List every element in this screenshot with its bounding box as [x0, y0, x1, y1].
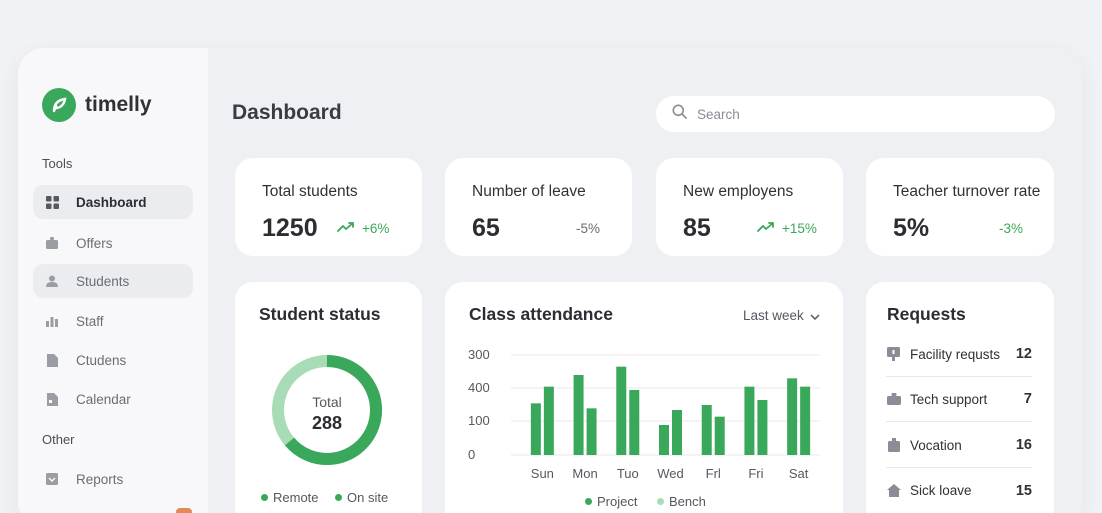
- bar-bench-sun: [543, 386, 554, 455]
- search-icon: [672, 104, 687, 124]
- sidebar-item-students[interactable]: Students: [33, 264, 193, 298]
- page-title: Dashboard: [232, 101, 342, 124]
- y-tick-label: 0: [468, 447, 475, 462]
- legend-on-site: On site: [335, 490, 388, 505]
- logo[interactable]: timelly: [42, 88, 152, 122]
- legend-remote: Remote: [261, 490, 319, 505]
- stat-change: +15%: [757, 221, 817, 236]
- notification-badge: [176, 508, 192, 513]
- search-placeholder: Search: [697, 106, 740, 122]
- bar-project-wed: [659, 425, 669, 455]
- y-tick-label: 100: [468, 413, 490, 428]
- x-tick-label: Mon: [572, 466, 597, 481]
- bar-project-sat: [787, 378, 798, 455]
- stat-value: 5%: [893, 214, 930, 242]
- x-tick-label: Tuo: [617, 466, 639, 481]
- bar-bench-frl: [714, 416, 725, 455]
- bell-icon: [886, 347, 901, 362]
- sidebar-item-offers[interactable]: Offers: [33, 226, 193, 260]
- trend-up-icon: [337, 221, 356, 236]
- stat-change: +6%: [337, 221, 389, 236]
- app-name: timelly: [85, 93, 152, 116]
- x-tick-label: Sat: [789, 466, 809, 481]
- grid-icon: [45, 195, 59, 209]
- donut-chart: Total 288: [272, 355, 382, 465]
- y-tick-label: 400: [468, 380, 490, 395]
- sidebar-item-label: Offers: [76, 235, 113, 251]
- stat-card-number-of-leave[interactable]: Number of leave 65 -5%: [445, 158, 632, 256]
- bar-bench-wed: [672, 410, 682, 455]
- stat-card-new-employees[interactable]: New employens 85 +15%: [656, 158, 843, 256]
- request-item-facility[interactable]: Facility requsts 12: [886, 332, 1032, 377]
- search-input[interactable]: Search: [656, 96, 1055, 132]
- card-title: Student status: [259, 304, 381, 324]
- briefcase-icon: [45, 236, 59, 250]
- x-tick-label: Sun: [531, 466, 554, 481]
- bar-project-tuo: [616, 366, 627, 455]
- student-status-card: Student status Total 288 Remote On site: [235, 282, 422, 513]
- suitcase-icon: [886, 438, 901, 453]
- bar-project-fri: [744, 386, 755, 455]
- sidebar-item-reports[interactable]: Reports: [33, 462, 193, 496]
- bar-project-sun: [530, 403, 541, 455]
- stat-value: 1250: [262, 214, 318, 242]
- y-tick-label: 300: [468, 347, 490, 362]
- stat-value: 65: [472, 214, 500, 242]
- bar-bench-sat: [800, 386, 811, 455]
- app-window: timelly Tools Dashboard Offers Students: [18, 48, 1082, 513]
- class-attendance-card: Class attendance Last week 300 400 100 0 Sun…: [445, 282, 843, 513]
- section-label-other: Other: [42, 432, 75, 447]
- calendar-icon: [45, 392, 59, 406]
- sidebar-item-label: Calendar: [76, 391, 131, 407]
- sidebar-item-calendar[interactable]: Calendar: [33, 382, 193, 416]
- bar-project-mon: [573, 375, 584, 455]
- report-icon: [45, 472, 59, 486]
- donut-on-site-segment: [284, 355, 382, 465]
- sidebar-item-label: Dashboard: [76, 194, 147, 210]
- user-icon: [45, 274, 59, 288]
- sidebar-item-label: Students: [76, 273, 130, 289]
- stat-label: Number of leave: [472, 183, 586, 200]
- stat-card-total-students[interactable]: Total students 1250 +6%: [235, 158, 422, 256]
- stat-change: -3%: [999, 221, 1024, 236]
- bar-bench-fri: [757, 400, 768, 455]
- sidebar: timelly Tools Dashboard Offers Students: [18, 48, 208, 513]
- donut-center-label: Total: [312, 394, 342, 410]
- request-item-vocation[interactable]: Vocation 16: [886, 423, 1032, 468]
- sidebar-item-label: Reports: [76, 471, 124, 487]
- x-tick-label: Fri: [748, 466, 763, 481]
- x-tick-label: Wed: [657, 466, 684, 481]
- stat-label: New employens: [683, 183, 794, 200]
- trend-up-icon: [757, 221, 776, 236]
- x-tick-label: Frl: [706, 466, 721, 481]
- sidebar-item-staff[interactable]: Staff: [33, 304, 193, 338]
- section-label-tools: Tools: [42, 156, 73, 171]
- bar-bench-tuo: [629, 390, 640, 455]
- bar-chart-icon: [45, 314, 59, 328]
- donut-center-value: 288: [312, 413, 342, 433]
- sidebar-item-label: Ctudens: [76, 352, 127, 368]
- sidebar-item-ctudens[interactable]: Ctudens: [33, 343, 193, 377]
- document-icon: [45, 353, 59, 367]
- sidebar-item-label: Staff: [76, 313, 104, 329]
- home-icon: [886, 483, 901, 498]
- card-title: Requests: [887, 304, 966, 324]
- request-item-sick-leave[interactable]: Sick loave 15: [886, 468, 1032, 513]
- bar-bench-mon: [586, 408, 597, 455]
- leaf-logo-icon: [42, 88, 76, 122]
- sidebar-item-dashboard[interactable]: Dashboard: [33, 185, 193, 219]
- legend-project: Project: [585, 494, 637, 509]
- request-item-tech-support[interactable]: Tech support 7: [886, 377, 1032, 422]
- legend-bench: Bench: [657, 494, 706, 509]
- stat-label: Teacher turnover rate: [893, 183, 1041, 200]
- briefcase-icon: [886, 392, 901, 407]
- bar-project-frl: [701, 405, 712, 455]
- attendance-bar-chart: 300 400 100 0 Sun Mon Tuo Wed Frl Fri Sat: [468, 347, 820, 481]
- stat-change: -5%: [576, 221, 601, 236]
- stat-value: 85: [683, 214, 711, 242]
- stat-label: Total students: [262, 183, 358, 200]
- requests-card: Requests Facility requsts 12 Tech suppor…: [866, 282, 1054, 513]
- stat-card-teacher-turnover[interactable]: Teacher turnover rate 5% -3%: [866, 158, 1054, 256]
